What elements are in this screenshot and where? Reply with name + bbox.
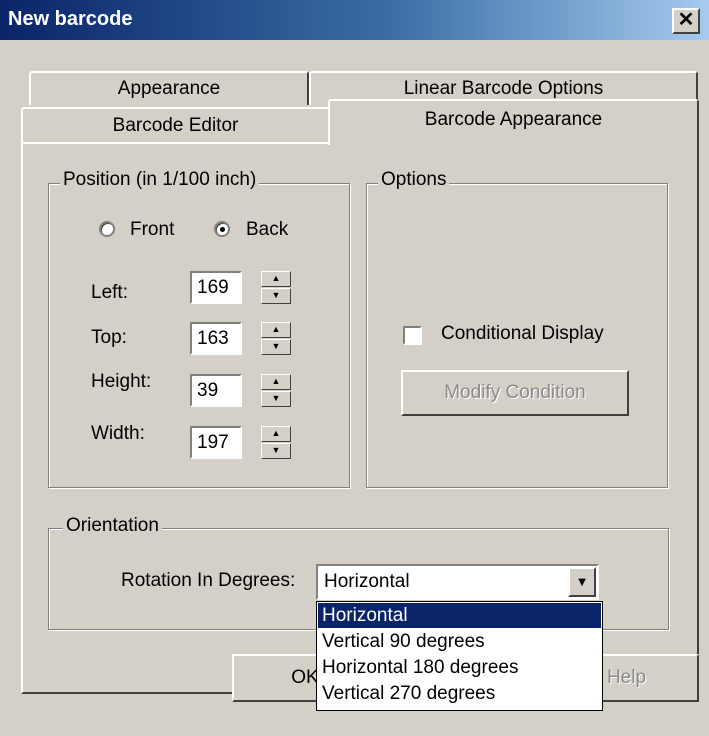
left-label: Left: bbox=[91, 282, 128, 303]
up-arrow-icon[interactable]: ▲ bbox=[261, 374, 291, 390]
top-label: Top: bbox=[91, 327, 127, 348]
tab-barcode-editor[interactable]: Barcode Editor bbox=[21, 107, 330, 143]
back-radio-dot bbox=[220, 227, 225, 232]
up-arrow-icon[interactable]: ▲ bbox=[261, 271, 291, 287]
title-bar: New barcode ✕ bbox=[0, 0, 709, 40]
back-radio[interactable] bbox=[214, 221, 230, 237]
height-input[interactable]: 39 bbox=[190, 374, 242, 407]
width-label: Width: bbox=[91, 423, 145, 444]
tab-page-top-edge bbox=[21, 142, 330, 144]
back-radio-label[interactable]: Back bbox=[246, 219, 288, 241]
rotation-option-horizontal-180[interactable]: Horizontal 180 degrees bbox=[318, 655, 601, 680]
rotation-option-vertical-90[interactable]: Vertical 90 degrees bbox=[318, 629, 601, 654]
orientation-group-title: Orientation bbox=[63, 515, 162, 537]
position-group-title: Position (in 1/100 inch) bbox=[60, 169, 260, 191]
tab-appearance[interactable]: Appearance bbox=[29, 71, 309, 105]
down-arrow-icon[interactable]: ▼ bbox=[261, 288, 291, 304]
modify-condition-button[interactable]: Modify Condition bbox=[401, 370, 629, 416]
top-spinner[interactable]: ▲ ▼ bbox=[261, 322, 291, 355]
conditional-display-checkbox[interactable] bbox=[403, 326, 422, 345]
window-title: New barcode bbox=[8, 8, 133, 30]
options-group-title: Options bbox=[378, 169, 450, 191]
up-arrow-icon[interactable]: ▲ bbox=[261, 322, 291, 338]
down-arrow-icon[interactable]: ▼ bbox=[261, 339, 291, 355]
tab-barcode-editor-label: Barcode Editor bbox=[112, 115, 239, 136]
width-spinner[interactable]: ▲ ▼ bbox=[261, 426, 291, 459]
close-button[interactable]: ✕ bbox=[672, 8, 700, 34]
tab-barcode-appearance-label: Barcode Appearance bbox=[424, 109, 603, 130]
width-input[interactable]: 197 bbox=[190, 426, 242, 459]
rotation-select[interactable]: Horizontal ▼ bbox=[316, 564, 599, 600]
rotation-option-vertical-270[interactable]: Vertical 270 degrees bbox=[318, 681, 601, 706]
up-arrow-icon[interactable]: ▲ bbox=[261, 426, 291, 442]
conditional-display-label[interactable]: Conditional Display bbox=[441, 323, 604, 345]
help-label: Help bbox=[606, 667, 647, 688]
tab-barcode-appearance[interactable]: Barcode Appearance bbox=[328, 99, 699, 145]
down-arrow-icon[interactable]: ▼ bbox=[261, 391, 291, 407]
rotation-dropdown-list: Horizontal Vertical 90 degrees Horizonta… bbox=[316, 601, 603, 711]
left-spinner[interactable]: ▲ ▼ bbox=[261, 271, 291, 304]
modify-condition-label: Modify Condition bbox=[444, 382, 586, 403]
left-input[interactable]: 169 bbox=[190, 271, 242, 304]
chevron-down-icon[interactable]: ▼ bbox=[568, 567, 596, 597]
rotation-select-value: Horizontal bbox=[324, 571, 410, 592]
height-spinner[interactable]: ▲ ▼ bbox=[261, 374, 291, 407]
down-arrow-icon[interactable]: ▼ bbox=[261, 443, 291, 459]
top-input[interactable]: 163 bbox=[190, 322, 242, 355]
front-radio-label[interactable]: Front bbox=[130, 219, 174, 241]
rotation-label: Rotation In Degrees: bbox=[121, 570, 296, 591]
front-radio[interactable] bbox=[99, 221, 115, 237]
ok-label: OK bbox=[291, 667, 319, 688]
close-icon: ✕ bbox=[677, 9, 695, 31]
rotation-option-horizontal[interactable]: Horizontal bbox=[318, 603, 601, 628]
tab-appearance-label: Appearance bbox=[117, 78, 221, 99]
tab-linear-barcode-options-label: Linear Barcode Options bbox=[403, 78, 604, 99]
height-label: Height: bbox=[91, 371, 152, 392]
